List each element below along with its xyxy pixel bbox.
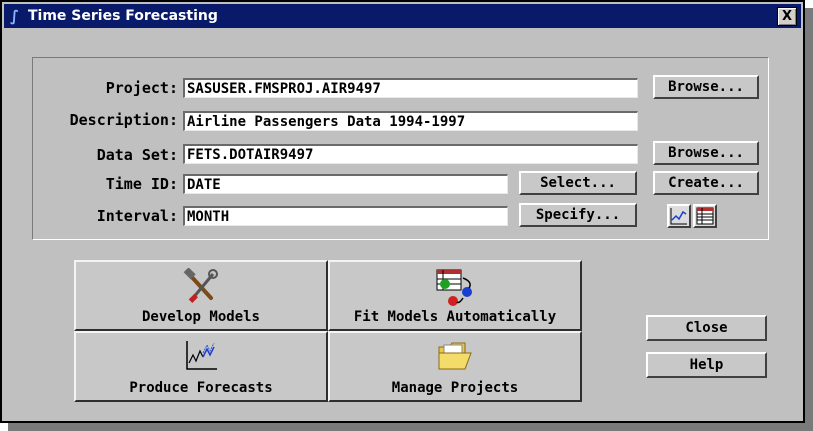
tools-icon bbox=[183, 268, 218, 303]
sas-app-icon: ∫ bbox=[10, 7, 20, 25]
develop-models-tile[interactable]: Develop Models bbox=[74, 260, 328, 331]
window-title: Time Series Forecasting bbox=[28, 8, 218, 24]
browse-data-set-button[interactable]: Browse... bbox=[653, 141, 759, 165]
produce-forecasts-tile[interactable]: Produce Forecasts bbox=[74, 331, 328, 402]
table-icon[interactable] bbox=[693, 204, 717, 228]
help-button[interactable]: Help bbox=[646, 352, 767, 378]
table-icon-graphic bbox=[696, 207, 714, 225]
specify-button[interactable]: Specify... bbox=[519, 203, 637, 227]
project-field[interactable]: SASUSER.FMSPROJ.AIR9497 bbox=[183, 78, 638, 98]
data-set-field[interactable]: FETS.DOTAIR9497 bbox=[183, 144, 638, 164]
title-bar[interactable]: ∫ Time Series Forecasting X bbox=[4, 4, 801, 28]
manage-projects-label: Manage Projects bbox=[391, 380, 519, 396]
create-button[interactable]: Create... bbox=[653, 171, 759, 195]
window-close-button[interactable]: X bbox=[777, 7, 797, 26]
close-button[interactable]: Close bbox=[646, 315, 767, 341]
data-set-label: Data Set: bbox=[96, 146, 178, 164]
interval-field[interactable]: MONTH bbox=[183, 206, 508, 226]
time-id-field[interactable]: DATE bbox=[183, 174, 508, 194]
develop-models-label: Develop Models bbox=[141, 309, 260, 325]
line-chart-icon[interactable] bbox=[667, 204, 691, 228]
forecast-chart-icon bbox=[186, 341, 217, 370]
interval-label: Interval: bbox=[96, 207, 178, 225]
folder-icon bbox=[438, 342, 472, 370]
project-settings-group: Project: SASUSER.FMSPROJ.AIR9497 Browse.… bbox=[32, 57, 769, 240]
time-id-label: Time ID: bbox=[105, 175, 178, 193]
manage-projects-tile[interactable]: Manage Projects bbox=[328, 331, 582, 402]
project-label: Project: bbox=[105, 79, 178, 97]
select-button[interactable]: Select... bbox=[519, 171, 637, 195]
auto-fit-icon bbox=[436, 269, 472, 306]
description-label: Description: bbox=[69, 111, 178, 129]
time-series-forecasting-window: ∫ Time Series Forecasting X Project: SAS… bbox=[0, 0, 805, 423]
produce-forecasts-label: Produce Forecasts bbox=[129, 380, 273, 396]
line-chart-icon-graphic bbox=[670, 208, 687, 225]
fit-models-automatically-tile[interactable]: Fit Models Automatically bbox=[328, 260, 582, 331]
browse-project-button[interactable]: Browse... bbox=[653, 75, 759, 99]
description-field[interactable]: Airline Passengers Data 1994-1997 bbox=[183, 111, 638, 131]
fit-models-automatically-label: Fit Models Automatically bbox=[353, 309, 557, 325]
